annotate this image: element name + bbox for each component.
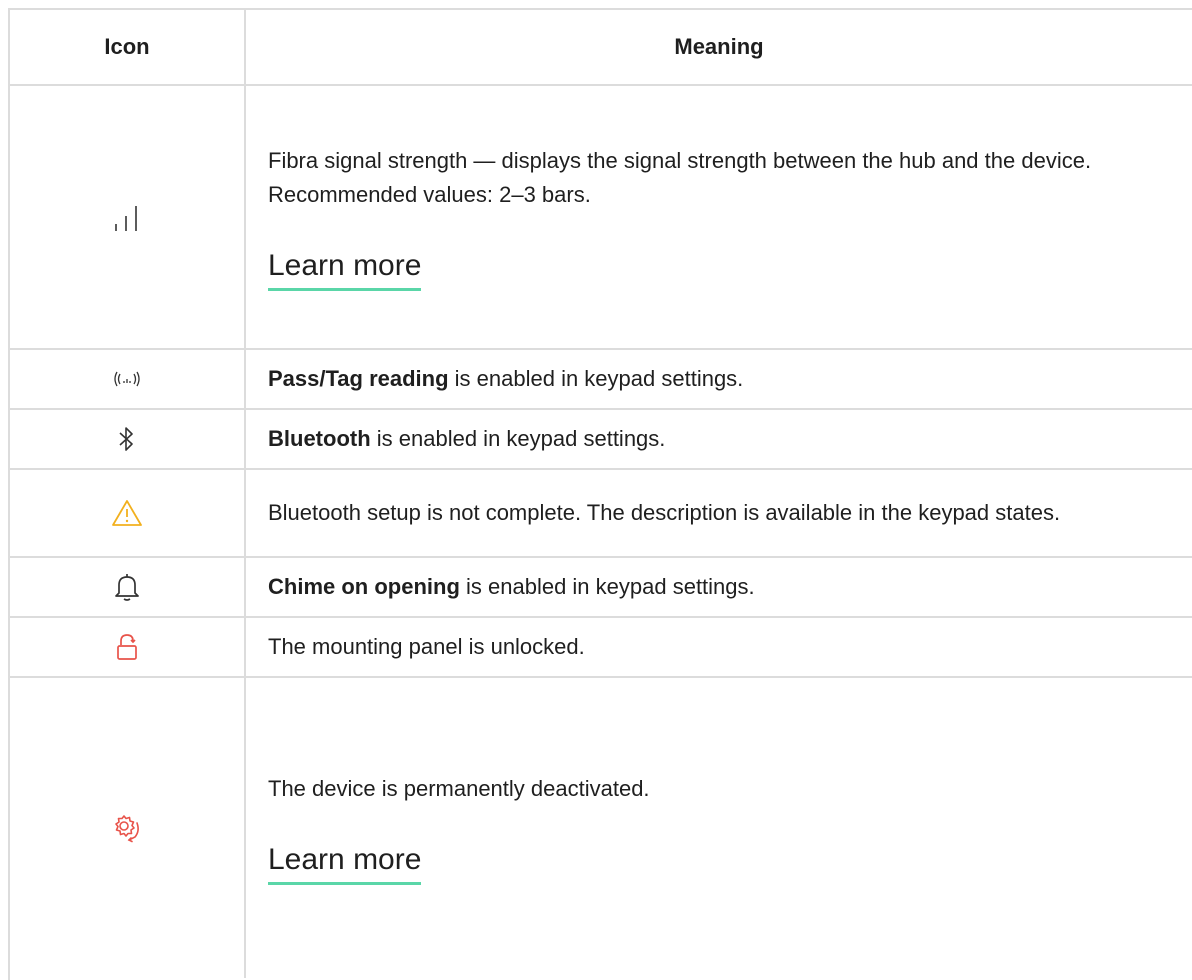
table-row: Fibra signal strength — displays the sig… [10, 86, 1192, 350]
table-row: Bluetooth setup is not complete. The des… [10, 470, 1192, 558]
row-text: Fibra signal strength — displays the sig… [268, 147, 1092, 207]
row-text: Bluetooth setup is not complete. The des… [268, 500, 1061, 525]
row-text: The mounting panel is unlocked. [268, 634, 585, 659]
row-bold-term: Bluetooth [268, 426, 371, 451]
learn-more-link[interactable]: Learn more [268, 246, 422, 291]
learn-more-link[interactable]: Learn more [268, 840, 422, 885]
table-row: The mounting panel is unlocked. [10, 618, 1192, 678]
table-row: Chime on opening is enabled in keypad se… [10, 558, 1192, 618]
warning-icon [111, 498, 143, 528]
icons-table: Icon Meaning Fibra signal strength — dis… [8, 8, 1192, 980]
table-row: Pass/Tag reading is enabled in keypad se… [10, 350, 1192, 410]
row-bold-term: Pass/Tag reading [268, 366, 449, 391]
nfc-reader-icon [112, 369, 142, 389]
row-text: Pass/Tag reading is enabled in keypad se… [268, 366, 744, 391]
signal-bars-icon [112, 202, 142, 232]
row-text: Chime on opening is enabled in keypad se… [268, 574, 755, 599]
bell-icon [114, 572, 140, 602]
header-meaning: Meaning [674, 34, 764, 59]
row-bold-term: Chime on opening [268, 574, 460, 599]
table-row: The device is permanently deactivated. L… [10, 678, 1192, 978]
gear-deactivated-icon [111, 813, 143, 843]
table-header-row: Icon Meaning [10, 10, 1192, 86]
table-row: Bluetooth is enabled in keypad settings. [10, 410, 1192, 470]
row-text: The device is permanently deactivated. [268, 775, 650, 801]
row-text: Bluetooth is enabled in keypad settings. [268, 426, 666, 451]
bluetooth-icon [117, 425, 137, 453]
unlocked-icon [114, 632, 140, 662]
header-icon: Icon [10, 10, 246, 84]
